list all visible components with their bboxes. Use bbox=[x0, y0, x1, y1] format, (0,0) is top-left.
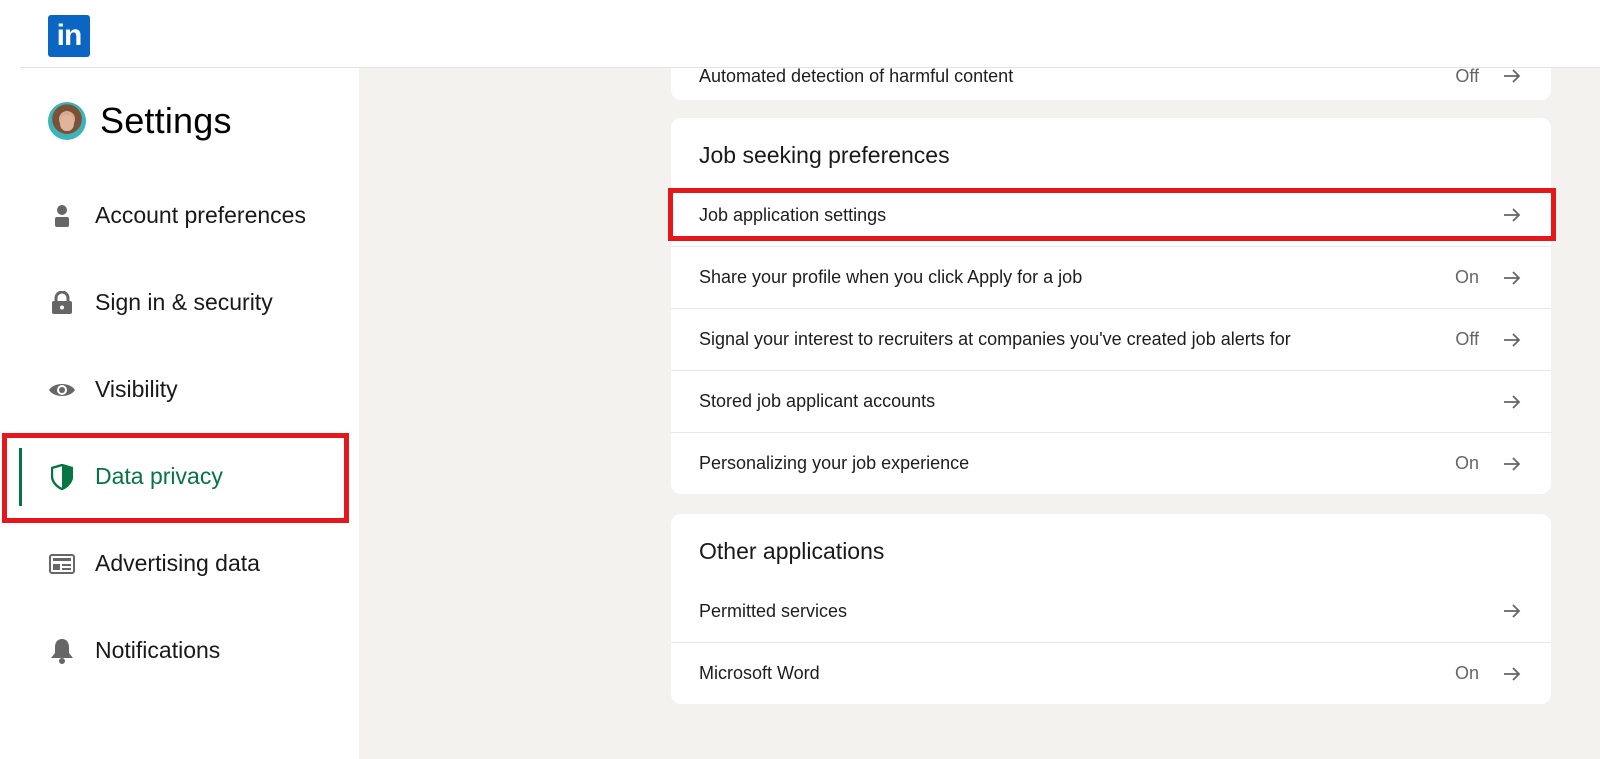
sidebar-item-sign-in-security[interactable]: Sign in & security bbox=[0, 259, 359, 346]
row-share-profile-apply[interactable]: Share your profile when you click Apply … bbox=[671, 246, 1551, 308]
row-label: Share your profile when you click Apply … bbox=[699, 267, 1083, 287]
shield-icon bbox=[48, 463, 76, 491]
row-job-application-settings[interactable]: Job application settings bbox=[671, 184, 1551, 246]
row-label: Job application settings bbox=[699, 204, 887, 225]
arrow-right-icon bbox=[1501, 453, 1523, 475]
row-personalizing-job-experience[interactable]: Personalizing your job experience On bbox=[671, 432, 1551, 494]
row-label: Personalizing your job experience bbox=[699, 453, 970, 473]
row-status: On bbox=[1454, 663, 1479, 683]
sidebar-item-label: Notifications bbox=[95, 637, 221, 663]
settings-sidebar: Settings Account preferences Sign in & s… bbox=[0, 68, 359, 759]
active-indicator bbox=[19, 448, 22, 506]
eye-icon bbox=[48, 376, 76, 404]
settings-nav: Account preferences Sign in & security V… bbox=[0, 172, 359, 694]
arrow-right-icon bbox=[1501, 65, 1523, 87]
row-label: Permitted services bbox=[699, 600, 848, 621]
sidebar-item-account-preferences[interactable]: Account preferences bbox=[0, 172, 359, 259]
row-signal-interest-recruiters[interactable]: Signal your interest to recruiters at co… bbox=[671, 308, 1551, 370]
row-status: On bbox=[1454, 453, 1479, 473]
row-status: Off bbox=[1455, 329, 1479, 349]
row-label: Microsoft Word bbox=[699, 663, 820, 683]
top-header: in bbox=[0, 0, 1600, 68]
section-title: Other applications bbox=[699, 538, 885, 564]
sidebar-item-data-privacy[interactable]: Data privacy bbox=[0, 433, 359, 520]
sidebar-item-label: Sign in & security bbox=[95, 289, 273, 315]
lock-icon bbox=[48, 289, 76, 317]
arrow-right-icon bbox=[1501, 663, 1523, 685]
sidebar-item-visibility[interactable]: Visibility bbox=[0, 346, 359, 433]
linkedin-logo-icon[interactable]: in bbox=[48, 15, 90, 57]
arrow-right-icon bbox=[1501, 204, 1523, 226]
row-status: On bbox=[1454, 267, 1479, 287]
section-title: Job seeking preferences bbox=[699, 142, 950, 168]
row-permitted-services[interactable]: Permitted services bbox=[671, 580, 1551, 642]
sidebar-item-label: Data privacy bbox=[95, 463, 223, 489]
sidebar-item-label: Visibility bbox=[95, 376, 178, 402]
sidebar-item-advertising-data[interactable]: Advertising data bbox=[0, 520, 359, 607]
settings-header: Settings bbox=[48, 100, 232, 142]
card-other-applications: Other applications Permitted services Mi… bbox=[671, 514, 1551, 704]
main-content: Automated detection of harmful content O… bbox=[359, 48, 1600, 759]
row-label: Stored job applicant accounts bbox=[699, 391, 936, 411]
arrow-right-icon bbox=[1501, 600, 1523, 622]
row-stored-job-applicant-accounts[interactable]: Stored job applicant accounts bbox=[671, 370, 1551, 432]
sidebar-item-label: Account preferences bbox=[95, 202, 306, 228]
row-status: Off bbox=[1455, 66, 1479, 86]
avatar[interactable] bbox=[48, 102, 86, 140]
page-title: Settings bbox=[100, 100, 232, 141]
card-job-seeking-preferences: Job seeking preferences Job application … bbox=[671, 118, 1551, 494]
ad-card-icon bbox=[48, 550, 76, 578]
bell-icon bbox=[48, 637, 76, 665]
header-divider bbox=[20, 67, 1600, 68]
row-label: Signal your interest to recruiters at co… bbox=[699, 329, 1291, 349]
arrow-right-icon bbox=[1501, 267, 1523, 289]
arrow-right-icon bbox=[1501, 391, 1523, 413]
arrow-right-icon bbox=[1501, 329, 1523, 351]
sidebar-item-notifications[interactable]: Notifications bbox=[0, 607, 359, 694]
sidebar-item-label: Advertising data bbox=[95, 550, 260, 576]
person-icon bbox=[48, 202, 76, 230]
row-microsoft-word[interactable]: Microsoft Word On bbox=[671, 642, 1551, 704]
row-label: Automated detection of harmful content bbox=[699, 66, 1014, 86]
